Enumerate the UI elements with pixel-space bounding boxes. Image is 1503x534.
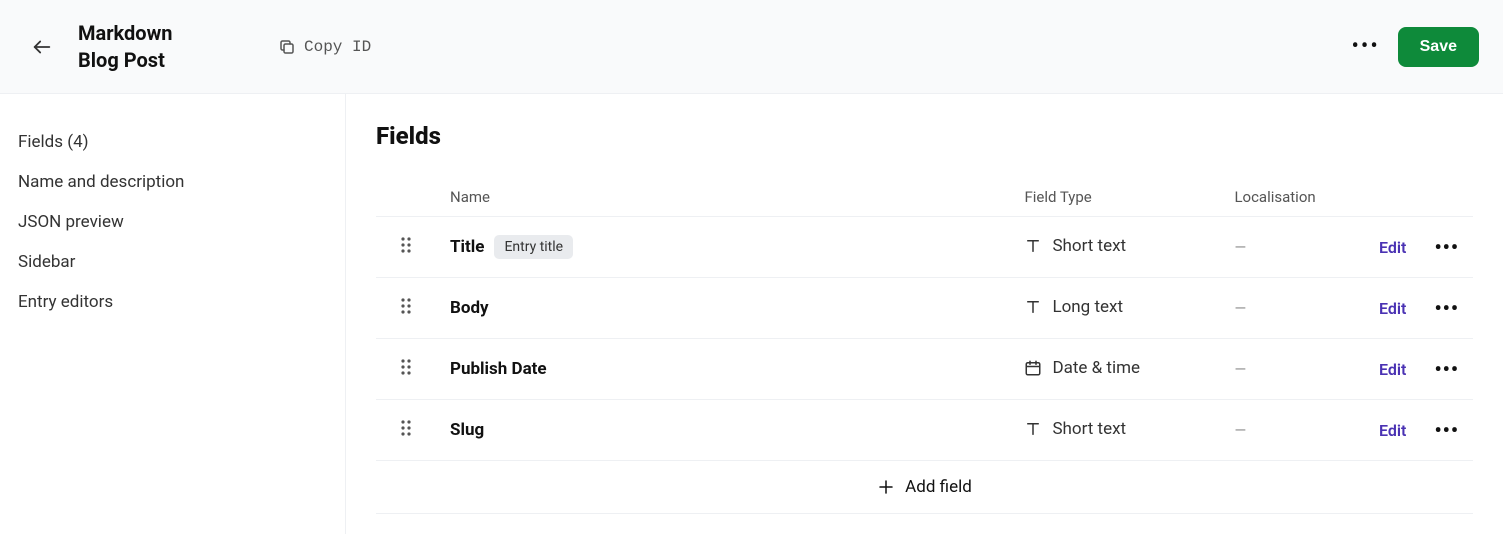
field-name: Title Entry title [450, 235, 573, 259]
row-more-button[interactable]: ••• [1434, 418, 1459, 442]
drag-handle-icon[interactable] [399, 358, 413, 376]
copy-icon [278, 38, 296, 56]
sidebar-item-json-preview[interactable]: JSON preview [18, 202, 327, 242]
more-horizontal-icon: ••• [1351, 34, 1379, 59]
page-title: Markdown Blog Post [78, 20, 218, 74]
edit-button[interactable]: Edit [1379, 238, 1406, 257]
more-horizontal-icon: ••• [1434, 418, 1459, 442]
table-row: Slug Short text — Edit ••• [376, 400, 1473, 461]
edit-button[interactable]: Edit [1379, 421, 1406, 440]
field-type: Short text [1024, 236, 1126, 256]
field-type-label: Date & time [1052, 358, 1140, 378]
table-row: Title Entry title Short text — Edit ••• [376, 217, 1473, 278]
localisation-value: — [1234, 299, 1244, 317]
entry-title-badge: Entry title [494, 235, 573, 259]
field-type-label: Long text [1052, 297, 1123, 317]
header-more-button[interactable]: ••• [1346, 27, 1386, 67]
localisation-value: — [1234, 238, 1244, 256]
field-name: Body [450, 298, 489, 318]
row-more-button[interactable]: ••• [1434, 357, 1459, 381]
field-type-label: Short text [1052, 236, 1126, 256]
copy-id-button[interactable]: Copy ID [278, 38, 371, 56]
field-name: Publish Date [450, 359, 547, 379]
main-content: Fields Name Field Type Localisation Titl… [346, 94, 1503, 534]
body: Fields (4) Name and description JSON pre… [0, 94, 1503, 534]
more-horizontal-icon: ••• [1434, 296, 1459, 320]
calendar-icon [1024, 359, 1042, 377]
sidebar-item-entry-editors[interactable]: Entry editors [18, 282, 327, 322]
column-header-localisation: Localisation [1220, 178, 1350, 217]
save-button[interactable]: Save [1398, 27, 1479, 67]
field-name-text: Publish Date [450, 359, 547, 379]
drag-handle-icon[interactable] [399, 419, 413, 437]
text-icon [1024, 237, 1042, 255]
drag-handle-icon[interactable] [399, 297, 413, 315]
sidebar-item-fields[interactable]: Fields (4) [18, 122, 327, 162]
plus-icon [877, 478, 895, 496]
field-name: Slug [450, 420, 484, 440]
field-type: Long text [1024, 297, 1123, 317]
add-field-button[interactable]: Add field [376, 460, 1473, 514]
section-heading: Fields [376, 122, 1473, 150]
column-header-type: Field Type [1010, 178, 1220, 217]
table-row: Publish Date Date & time — Edit ••• [376, 339, 1473, 400]
field-type-label: Short text [1052, 419, 1126, 439]
sidebar-item-sidebar[interactable]: Sidebar [18, 242, 327, 282]
back-button[interactable] [24, 29, 60, 65]
more-horizontal-icon: ••• [1434, 235, 1459, 259]
sidebar-item-name-description[interactable]: Name and description [18, 162, 327, 202]
sidebar: Fields (4) Name and description JSON pre… [0, 94, 346, 534]
row-more-button[interactable]: ••• [1434, 235, 1459, 259]
field-type: Date & time [1024, 358, 1140, 378]
field-name-text: Slug [450, 420, 484, 440]
text-icon [1024, 420, 1042, 438]
copy-id-label: Copy ID [304, 38, 371, 56]
add-field-label: Add field [905, 477, 972, 497]
arrow-left-icon [31, 36, 53, 58]
more-horizontal-icon: ••• [1434, 357, 1459, 381]
row-more-button[interactable]: ••• [1434, 296, 1459, 320]
table-row: Body Long text — Edit ••• [376, 278, 1473, 339]
column-header-name: Name [436, 178, 1010, 217]
edit-button[interactable]: Edit [1379, 360, 1406, 379]
drag-handle-icon[interactable] [399, 236, 413, 254]
localisation-value: — [1234, 421, 1244, 439]
localisation-value: — [1234, 360, 1244, 378]
text-icon [1024, 298, 1042, 316]
field-name-text: Body [450, 298, 489, 318]
edit-button[interactable]: Edit [1379, 299, 1406, 318]
fields-table: Name Field Type Localisation Title Entry … [376, 178, 1473, 460]
field-type: Short text [1024, 419, 1126, 439]
header: Markdown Blog Post Copy ID ••• Save [0, 0, 1503, 94]
field-name-text: Title [450, 237, 484, 257]
